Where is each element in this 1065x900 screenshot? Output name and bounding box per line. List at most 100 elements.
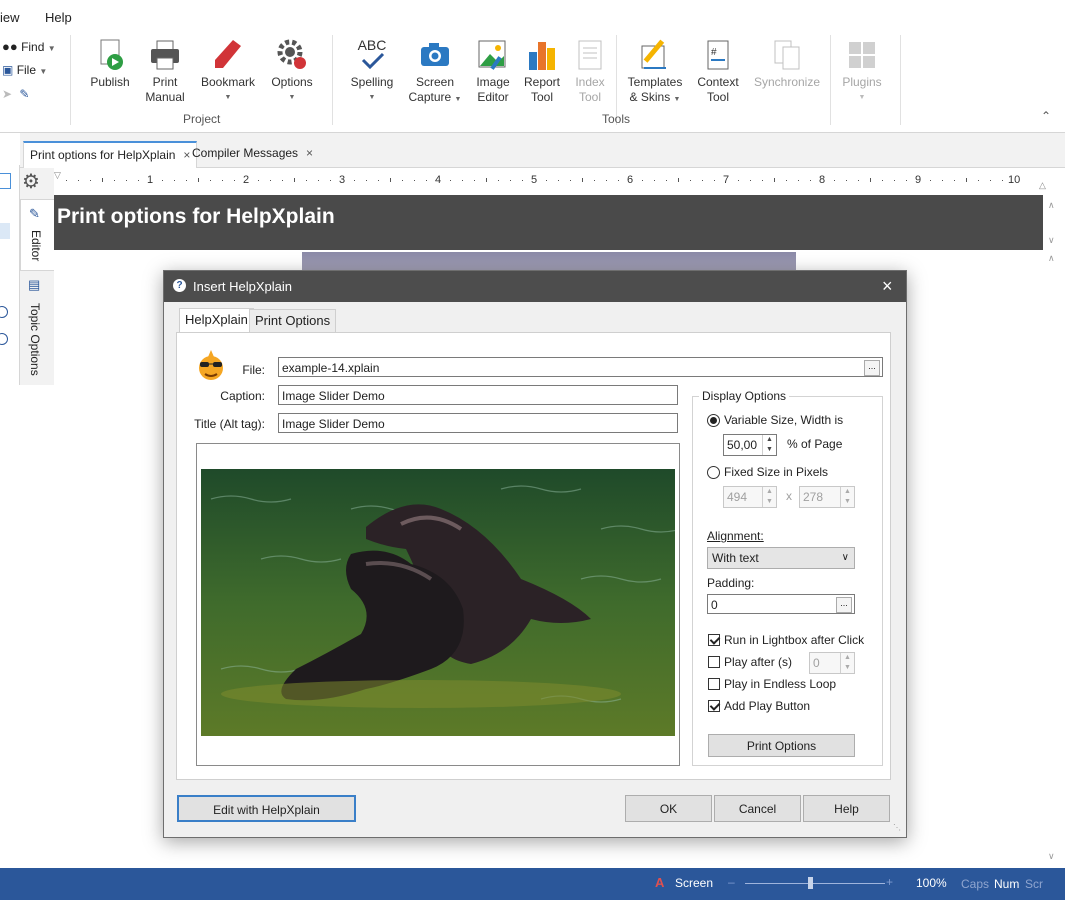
templates-skins-button[interactable]: Templates & Skins ▼ bbox=[625, 38, 685, 107]
ok-button[interactable]: OK bbox=[625, 795, 712, 822]
plugins-button[interactable]: Plugins ▼ bbox=[840, 38, 884, 105]
browse-file-button[interactable]: ... bbox=[864, 360, 880, 376]
spinner-arrows-icon[interactable]: ▲ ▼ bbox=[840, 653, 854, 673]
options-button[interactable]: Options ▼ bbox=[269, 38, 315, 105]
menu-view[interactable]: iew bbox=[0, 10, 20, 25]
tab-helpxplain[interactable]: HelpXplain bbox=[179, 308, 254, 333]
fixed-size-label: Fixed Size in Pixels bbox=[724, 465, 829, 479]
scroll-down-icon[interactable]: ∨ bbox=[1048, 235, 1055, 246]
ruler-tick bbox=[186, 180, 187, 181]
ruler-tick bbox=[366, 180, 367, 181]
edit-small-button[interactable]: ➤ ✎ bbox=[2, 87, 29, 101]
ruler-tick bbox=[378, 180, 379, 181]
ruler-tick bbox=[138, 180, 139, 181]
zoom-in-icon[interactable]: + bbox=[886, 875, 893, 889]
close-icon[interactable]: × bbox=[882, 271, 893, 302]
tree-node-icon[interactable] bbox=[0, 333, 8, 345]
edit-with-helpxplain-button[interactable]: Edit with HelpXplain bbox=[177, 795, 356, 822]
scroll-down-icon[interactable]: ∨ bbox=[1048, 851, 1055, 862]
ribbon: ●● Find ▼ ▣ File ▼ ➤ ✎ Publish Print Man… bbox=[0, 33, 1065, 133]
index-tool-button[interactable]: Index Tool bbox=[571, 38, 609, 105]
help-button[interactable]: Help bbox=[803, 795, 890, 822]
add-play-button-checkbox[interactable] bbox=[708, 700, 720, 712]
printer-icon bbox=[148, 38, 182, 72]
menu-help[interactable]: Help bbox=[45, 10, 72, 25]
bar-chart-icon bbox=[525, 38, 559, 72]
alignment-label: Alignment: bbox=[707, 529, 764, 543]
help-icon: ? bbox=[173, 279, 186, 292]
alignment-select[interactable]: With text ∨ bbox=[707, 547, 855, 569]
print-options-button[interactable]: Print Options bbox=[708, 734, 855, 757]
zoom-slider-thumb[interactable] bbox=[808, 877, 813, 889]
pixel-width-spinner[interactable]: 494 ▲ ▼ bbox=[723, 486, 777, 508]
spelling-button[interactable]: ABC Spelling ▼ bbox=[347, 38, 397, 105]
scroll-up-icon[interactable]: ∧ bbox=[1048, 253, 1055, 264]
ruler-tick bbox=[990, 180, 991, 181]
zoom-slider[interactable] bbox=[745, 883, 885, 884]
spinner-arrows-icon[interactable]: ▲ ▼ bbox=[762, 435, 776, 455]
padding-browse-button[interactable]: ... bbox=[836, 597, 852, 613]
scroll-up-icon[interactable]: ∧ bbox=[1048, 200, 1055, 211]
right-margin-marker-icon[interactable]: △ bbox=[1039, 180, 1046, 191]
cancel-button[interactable]: Cancel bbox=[714, 795, 801, 822]
indent-marker-icon[interactable]: ▽ bbox=[54, 170, 61, 181]
bookmark-button[interactable]: Bookmark ▼ bbox=[199, 38, 257, 105]
spinner-arrows-icon[interactable]: ▲ ▼ bbox=[762, 487, 776, 507]
lightbox-checkbox[interactable] bbox=[708, 634, 720, 646]
report-tool-button[interactable]: Report Tool bbox=[522, 38, 562, 105]
ruler-tick bbox=[390, 178, 391, 182]
file-field[interactable]: example-14.xplain ... bbox=[278, 357, 883, 377]
zoom-out-icon[interactable]: – bbox=[728, 875, 735, 889]
padding-label: Padding: bbox=[707, 576, 755, 590]
gear-icon[interactable]: ⚙ bbox=[22, 169, 40, 194]
endless-loop-checkbox[interactable] bbox=[708, 678, 720, 690]
ruler-tick bbox=[222, 180, 223, 181]
fixed-size-radio[interactable] bbox=[707, 466, 720, 479]
image-editor-button[interactable]: Image Editor bbox=[473, 38, 513, 105]
padding-field[interactable]: 0 ... bbox=[707, 594, 855, 614]
find-button[interactable]: ●● Find ▼ bbox=[2, 39, 56, 54]
vertical-scrollbar[interactable]: ∧ ∨ ∧ ∨ bbox=[1043, 195, 1065, 868]
synchronize-icon bbox=[770, 38, 804, 72]
publish-button[interactable]: Publish bbox=[88, 38, 132, 90]
tab-print-options[interactable]: Print Options bbox=[249, 309, 337, 332]
ruler-tick bbox=[606, 180, 607, 181]
print-manual-button[interactable]: Print Manual bbox=[143, 38, 187, 105]
variable-size-radio[interactable] bbox=[707, 414, 720, 427]
screen-mode[interactable]: Screen bbox=[675, 876, 713, 890]
document-tab-strip: Print options for HelpXplain × Compiler M… bbox=[20, 133, 1065, 168]
side-tab-editor[interactable]: ✎ Editor bbox=[20, 199, 55, 271]
screen-capture-button[interactable]: Screen Capture ▼ bbox=[407, 38, 463, 107]
collapse-ribbon-icon[interactable]: ⌃ bbox=[1041, 109, 1051, 123]
screen-mode-icon: A bbox=[655, 875, 665, 890]
ribbon-separator bbox=[900, 35, 901, 125]
spinner-arrows-icon[interactable]: ▲ ▼ bbox=[840, 487, 854, 507]
topic-title: Print options for HelpXplain bbox=[54, 195, 1043, 250]
side-tab-topic-options[interactable]: ▤ Topic Options bbox=[20, 273, 53, 383]
ruler: 1 2 3 4 5 6 7 8 9 10 ▽ △ bbox=[54, 168, 1049, 195]
ribbon-separator bbox=[830, 35, 831, 125]
chevron-down-icon: ▼ bbox=[288, 94, 296, 101]
zoom-level[interactable]: 100% bbox=[916, 876, 947, 890]
tab-print-options[interactable]: Print options for HelpXplain × bbox=[23, 141, 198, 168]
close-icon[interactable]: × bbox=[306, 146, 313, 160]
scroll-indicator: Scr bbox=[1025, 877, 1043, 891]
ruler-tick bbox=[510, 180, 511, 181]
play-after-spinner[interactable]: 0 ▲ ▼ bbox=[809, 652, 855, 674]
width-percent-spinner[interactable]: 50,00 ▲ ▼ bbox=[723, 434, 777, 456]
caption-field[interactable]: Image Slider Demo bbox=[278, 385, 678, 405]
context-tool-button[interactable]: # Context Tool bbox=[695, 38, 741, 105]
synchronize-button[interactable]: Synchronize bbox=[752, 38, 822, 90]
pixel-height-spinner[interactable]: 278 ▲ ▼ bbox=[799, 486, 855, 508]
title-alt-field[interactable]: Image Slider Demo bbox=[278, 413, 678, 433]
ruler-tick bbox=[870, 178, 871, 182]
resize-grip-icon[interactable]: ⋱ bbox=[893, 823, 901, 832]
play-after-label: Play after (s) bbox=[724, 655, 793, 669]
ruler-tick bbox=[558, 180, 559, 181]
play-after-checkbox[interactable] bbox=[708, 656, 720, 668]
dialog-title: Insert HelpXplain bbox=[193, 279, 292, 294]
file-button[interactable]: ▣ File ▼ bbox=[2, 63, 47, 77]
preview-photo bbox=[201, 469, 675, 736]
tab-compiler-messages[interactable]: Compiler Messages × bbox=[186, 141, 319, 166]
tree-node-icon[interactable] bbox=[0, 306, 8, 318]
